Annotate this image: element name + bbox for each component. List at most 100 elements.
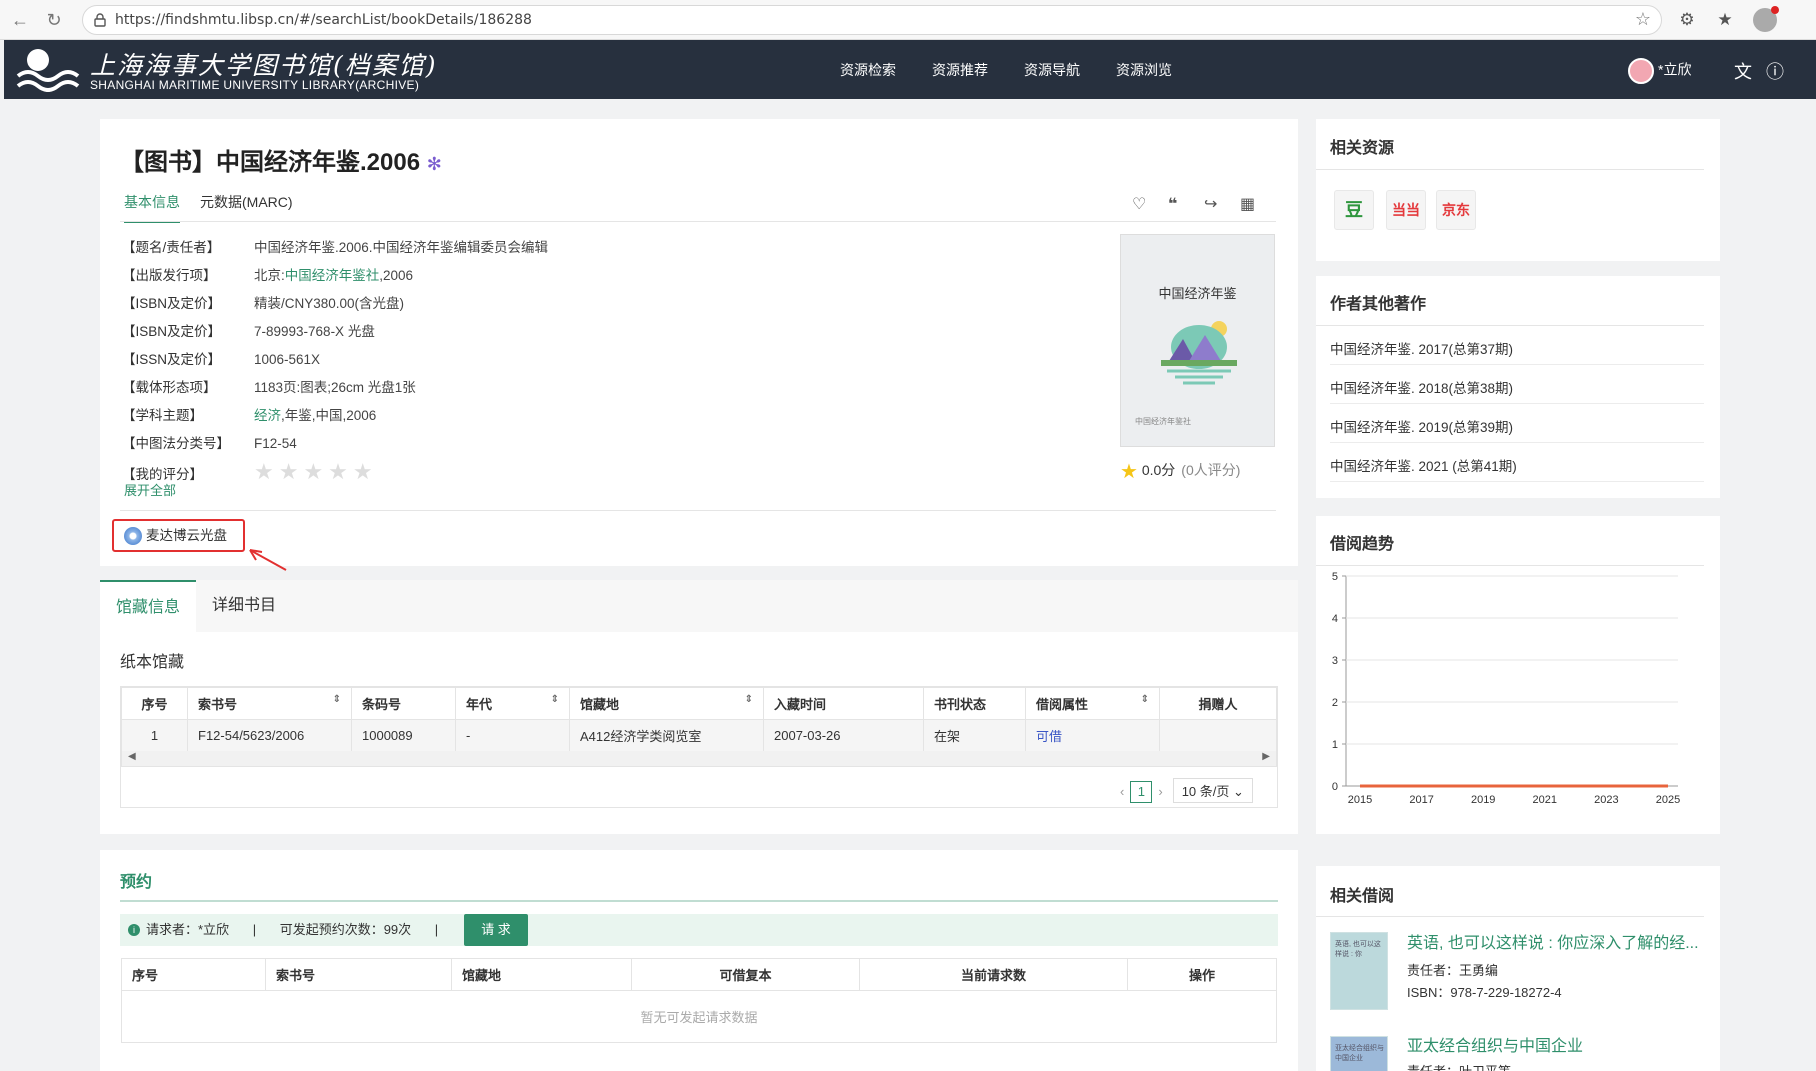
scroll-right-icon[interactable]: ▶: [1262, 751, 1270, 762]
separator: |: [434, 922, 439, 937]
pagination: ‹ 1 › 10 条/页 ⌄: [1120, 778, 1253, 803]
library-logo-icon: [16, 49, 80, 92]
other-work-link[interactable]: 中国经济年鉴. 2018(总第38期): [1330, 377, 1513, 397]
x-tick-label: 2019: [1471, 794, 1495, 806]
rating-star-icon: ★: [1120, 461, 1138, 483]
translate-icon[interactable]: 文: [1734, 58, 1752, 84]
field-label: 【学科主题】: [122, 408, 203, 423]
shop-label: 当当: [1392, 202, 1420, 218]
extensions-icon[interactable]: ⚙: [1676, 9, 1698, 31]
holdings-table: 序号 索书号 ⇕ 条码号 年代 ⇕ 馆藏地 ⇕ 入藏时间 书刊状态 借阅属性 ⇕ 捐赠人…: [121, 687, 1277, 752]
field-label: 【ISBN及定价】: [122, 324, 222, 339]
related-book-author: 责任者：叶卫平等: [1407, 1061, 1511, 1071]
related-book-title[interactable]: 英语, 也可以这样说 : 你应深入了解的经...: [1407, 929, 1699, 953]
tab-basic-info[interactable]: 基本信息: [124, 192, 180, 223]
col-header[interactable]: 馆藏地 ⇕: [569, 687, 764, 720]
field-value: ,年鉴,中国,2006: [281, 408, 377, 423]
tab-detail-catalog[interactable]: 详细书目: [196, 580, 292, 632]
user-name: *立欣: [1658, 61, 1692, 78]
table-row: 1 F12-54/5623/2006 1000089 - A412经济学类阅览室…: [121, 719, 1277, 752]
page-size-select[interactable]: 10 条/页 ⌄: [1172, 778, 1253, 803]
divider: [120, 510, 1276, 511]
library-name-cn: 上海海事大学图书馆(档案馆): [90, 51, 438, 80]
other-work-link[interactable]: 中国经济年鉴. 2019(总第39期): [1330, 416, 1513, 436]
nav-resource-browse[interactable]: 资源浏览: [1116, 60, 1172, 80]
related-book-cover[interactable]: 英语, 也可以这样说 : 你: [1330, 932, 1388, 1010]
publisher-link[interactable]: 中国经济年鉴社: [285, 268, 380, 283]
address-bar[interactable]: https://findshmtu.libsp.cn/#/searchList/…: [82, 5, 1662, 35]
borrowable-link[interactable]: 可借: [1025, 719, 1160, 752]
qrcode-icon[interactable]: ▦: [1240, 194, 1255, 214]
cover-publisher: 中国经济年鉴社: [1135, 417, 1191, 426]
sort-icon[interactable]: ⇕: [333, 694, 341, 705]
field-label: 【ISSN及定价】: [122, 352, 222, 367]
requester-text: 请求者：*立欣: [146, 922, 230, 937]
other-works-heading: 作者其他著作: [1330, 296, 1427, 313]
cloud-disc-button[interactable]: 麦达博云光盘: [112, 519, 245, 552]
expand-all-link[interactable]: 展开全部: [124, 480, 176, 499]
cell: 2007-03-26: [763, 719, 924, 752]
reload-icon[interactable]: ↻: [42, 8, 66, 32]
col-header[interactable]: 借阅属性 ⇕: [1025, 687, 1160, 720]
related-book-title[interactable]: 亚太经合组织与中国企业: [1407, 1032, 1583, 1056]
x-tick-label: 2023: [1594, 794, 1618, 806]
favorite-star-icon[interactable]: ☆: [1635, 9, 1651, 30]
tab-holdings[interactable]: 馆藏信息: [100, 580, 197, 632]
sort-icon[interactable]: ⇕: [551, 694, 559, 705]
rating-count: (0人评分): [1181, 462, 1241, 479]
field-value: 精装/CNY380.00(含光盘): [254, 296, 405, 311]
favorite-heart-icon[interactable]: ♡: [1132, 194, 1146, 214]
url-text: https://findshmtu.libsp.cn/#/searchList/…: [115, 12, 532, 28]
col-header[interactable]: 索书号 ⇕: [187, 687, 352, 720]
share-icon[interactable]: ↪: [1204, 194, 1217, 214]
borrow-trend-heading: 借阅趋势: [1330, 536, 1395, 553]
collections-icon[interactable]: ★: [1714, 9, 1736, 31]
col-header[interactable]: 年代 ⇕: [455, 687, 570, 720]
y-tick-label: 1: [1332, 739, 1338, 751]
scroll-left-icon[interactable]: ◀: [128, 751, 136, 762]
field-value: 北京:: [254, 268, 285, 283]
user-menu[interactable]: *立欣: [1628, 58, 1691, 84]
help-icon[interactable]: ⓘ: [1766, 58, 1784, 84]
sort-icon[interactable]: ⇕: [1141, 694, 1149, 705]
sort-icon[interactable]: ⇕: [745, 694, 753, 705]
col-header: 可借复本: [631, 958, 860, 991]
request-button[interactable]: 请 求: [464, 914, 528, 946]
col-header: 当前请求数: [859, 958, 1128, 991]
nav-resource-recommend[interactable]: 资源推荐: [932, 60, 988, 80]
flower-icon: ✻: [426, 154, 442, 174]
reservation-table: 序号 索书号 馆藏地 可借复本 当前请求数 操作 暂无可发起请求数据: [121, 958, 1277, 1043]
cover-illustration: [1161, 321, 1237, 385]
cite-icon[interactable]: ❝: [1168, 194, 1177, 214]
col-header: 入藏时间: [763, 687, 924, 720]
col-header: 索书号: [265, 958, 452, 991]
divider: [1316, 169, 1704, 170]
horizontal-scrollbar[interactable]: ◀ ▶: [121, 751, 1277, 767]
dangdang-icon[interactable]: 当当: [1386, 190, 1426, 230]
jd-icon[interactable]: 京东: [1436, 190, 1476, 230]
divider: [1316, 916, 1704, 917]
next-page-icon[interactable]: ›: [1158, 784, 1162, 799]
douban-icon[interactable]: 豆: [1334, 190, 1374, 230]
rating-stars[interactable]: ★★★★★: [254, 461, 378, 483]
other-work-link[interactable]: 中国经济年鉴. 2017(总第37期): [1330, 338, 1513, 358]
related-book-author: 责任者：王勇编: [1407, 963, 1499, 978]
other-work-link[interactable]: 中国经济年鉴. 2021 (总第41期): [1330, 455, 1517, 475]
subject-link[interactable]: 经济: [254, 408, 281, 423]
tab-marc[interactable]: 元数据(MARC): [200, 192, 293, 221]
book-metadata: 【题名/责任者】 中国经济年鉴.2006.中国经济年鉴编辑委员会编辑 【出版发行项…: [122, 238, 548, 490]
cloud-disc-label: 麦达博云光盘: [146, 528, 227, 543]
page-number[interactable]: 1: [1130, 781, 1153, 803]
divider: [1316, 325, 1704, 326]
related-book-cover[interactable]: 亚太经合组织与中国企业: [1330, 1036, 1388, 1071]
col-header: 捐赠人: [1159, 687, 1277, 720]
back-icon[interactable]: ←: [8, 8, 32, 32]
separator: |: [252, 922, 257, 937]
prev-page-icon[interactable]: ‹: [1120, 784, 1124, 799]
field-label: 【中图法分类号】: [122, 436, 230, 451]
nav-resource-search[interactable]: 资源检索: [840, 60, 896, 80]
nav-resource-navigation[interactable]: 资源导航: [1024, 60, 1080, 80]
field-value: 1183页:图表;26cm 光盘1张: [254, 380, 416, 395]
empty-message: 暂无可发起请求数据: [121, 990, 1277, 1043]
profile-avatar[interactable]: [1753, 6, 1779, 32]
